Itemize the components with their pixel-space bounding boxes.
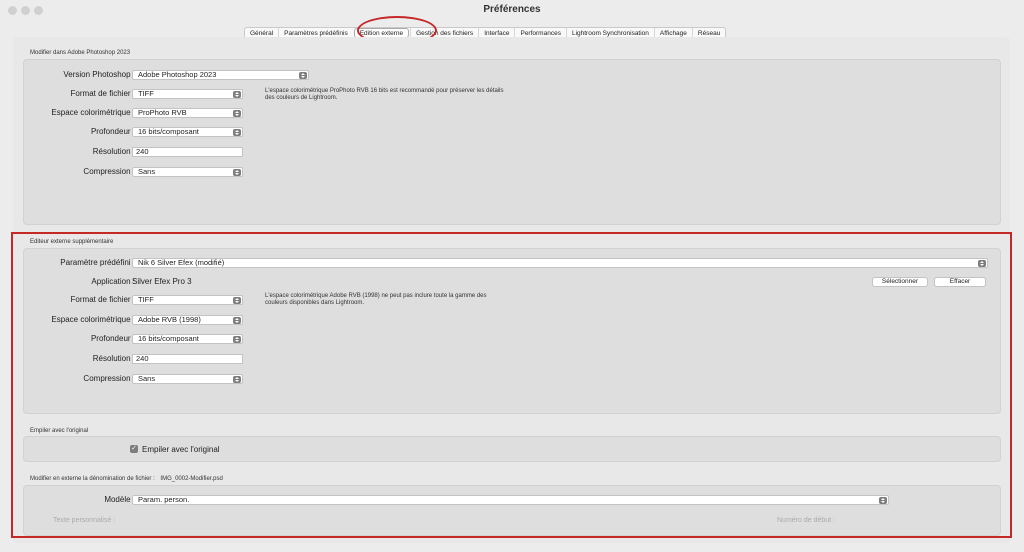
ps-format-value: TIFF bbox=[138, 89, 154, 98]
ps-resolution-input[interactable]: 240 bbox=[132, 147, 243, 157]
window-title: Préférences bbox=[483, 4, 541, 15]
photoshop-section-box: Version Photoshop : Adobe Photoshop 2023… bbox=[23, 59, 1001, 225]
chevron-updown-icon bbox=[233, 128, 241, 136]
ps-color-note: L'espace colorimétrique ProPhoto RVB 16 … bbox=[265, 88, 504, 101]
photoshop-version-value: Adobe Photoshop 2023 bbox=[138, 70, 217, 79]
annotation-rectangle bbox=[11, 232, 1012, 538]
chevron-updown-icon bbox=[299, 71, 307, 79]
chevron-updown-icon bbox=[233, 109, 241, 117]
preferences-window: Préférences Général Paramètres prédéfini… bbox=[0, 0, 1024, 552]
photoshop-version-label: Version Photoshop : bbox=[63, 70, 135, 79]
ps-format-select[interactable]: TIFF bbox=[132, 89, 243, 99]
ps-depth-value: 16 bits/composant bbox=[138, 127, 199, 136]
ps-compression-label: Compression : bbox=[83, 167, 135, 176]
ps-colorspace-select[interactable]: ProPhoto RVB bbox=[132, 108, 243, 118]
ps-colorspace-label: Espace colorimétrique : bbox=[51, 108, 135, 117]
ps-colorspace-value: ProPhoto RVB bbox=[138, 108, 187, 117]
ps-compression-value: Sans bbox=[138, 167, 156, 176]
ps-depth-label: Profondeur : bbox=[90, 127, 135, 136]
title-bar: Préférences bbox=[0, 0, 1024, 22]
chevron-updown-icon bbox=[233, 90, 241, 98]
chevron-updown-icon bbox=[233, 168, 241, 176]
photoshop-section-title: Modifier dans Adobe Photoshop 2023 bbox=[30, 50, 131, 56]
ps-format-label: Format de fichier : bbox=[70, 89, 135, 98]
photoshop-version-select[interactable]: Adobe Photoshop 2023 bbox=[132, 70, 309, 80]
ps-resolution-label: Résolution : bbox=[92, 147, 135, 156]
ps-compression-select[interactable]: Sans bbox=[132, 167, 243, 177]
ps-depth-select[interactable]: 16 bits/composant bbox=[132, 127, 243, 137]
